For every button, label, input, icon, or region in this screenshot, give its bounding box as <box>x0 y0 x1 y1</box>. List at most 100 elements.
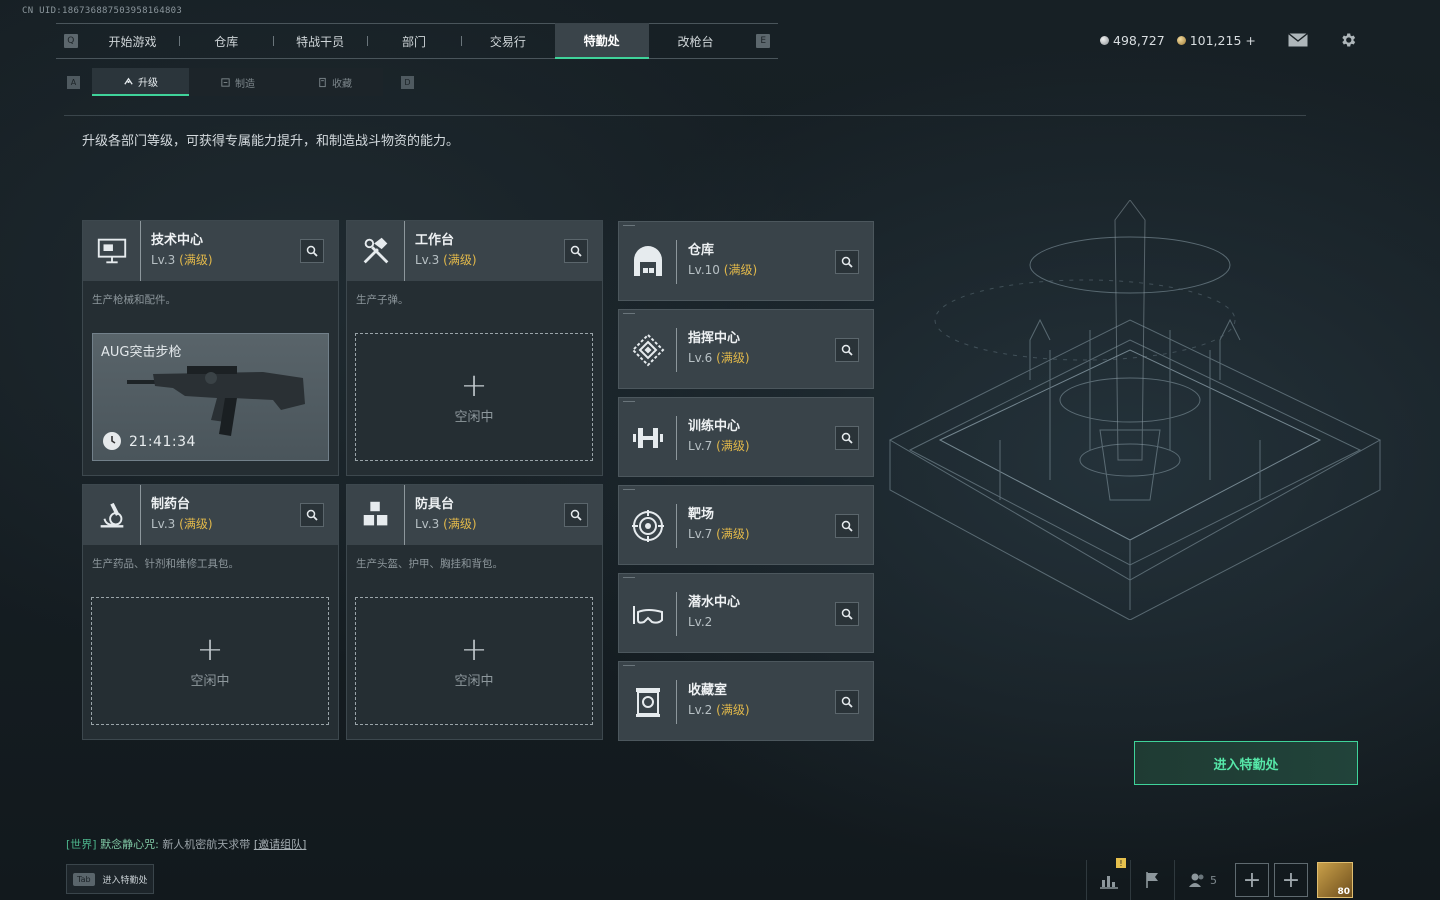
facility-name: 潜水中心 <box>688 595 741 610</box>
chat-sender[interactable]: 默念静心咒: <box>100 838 159 851</box>
level-value: Lv.6 <box>688 351 713 365</box>
idle-slot[interactable]: + 空闲中 <box>355 333 593 461</box>
tab-hint-label: 进入特勤处 <box>102 875 148 886</box>
facility-name: 靶场 <box>688 507 715 522</box>
search-icon[interactable] <box>835 514 859 538</box>
max-level-tag: (满级) <box>723 263 758 277</box>
facility-card-diving[interactable]: 潜水中心 Lv.2 <box>618 573 874 653</box>
workshop-level: Lv.3 (满级) <box>151 250 213 270</box>
search-icon[interactable] <box>835 250 859 274</box>
facility-card-command[interactable]: 指挥中心 Lv.6 (满级) <box>618 309 874 389</box>
tab-enter-hint[interactable]: Tab 进入特勤处 <box>66 864 154 894</box>
player-avatar[interactable]: 80 <box>1317 862 1353 898</box>
enter-special-ops-button[interactable]: 进入特勤处 <box>1134 741 1358 785</box>
workshop-name: 工作台 <box>415 233 455 248</box>
computer-icon <box>83 221 141 281</box>
subtab-collection[interactable]: 收藏 <box>286 68 383 96</box>
tab-department[interactable]: 部门 <box>367 23 461 59</box>
level-value: Lv.3 <box>415 517 440 531</box>
facility-card-warehouse[interactable]: 仓库 Lv.10 (满级) <box>618 221 874 301</box>
tab-trading[interactable]: 交易行 <box>460 23 555 59</box>
mail-icon[interactable] <box>1286 30 1310 50</box>
facility-level: Lv.6 (满级) <box>688 348 750 368</box>
silver-currency: 498,727 <box>1100 33 1165 48</box>
workshop-card-pharmacy[interactable]: 制药台 Lv.3 (满级) 生产药品、针剂和维修工具包。 + 空闲中 <box>82 484 339 740</box>
command-icon <box>619 310 677 390</box>
tab-operators[interactable]: 特战干员 <box>273 23 367 59</box>
search-icon[interactable] <box>564 239 588 263</box>
workshop-card-armor[interactable]: 防具台 Lv.3 (满级) 生产头盔、护甲、胸挂和背包。 + 空闲中 <box>346 484 603 740</box>
silver-amount: 498,727 <box>1113 32 1165 48</box>
search-icon[interactable] <box>300 503 324 527</box>
search-icon[interactable] <box>835 690 859 714</box>
facility-card-training[interactable]: 训练中心 Lv.7 (满级) <box>618 397 874 477</box>
search-icon[interactable] <box>835 338 859 362</box>
sub-nav: A 升级 制造 收藏 D <box>64 68 426 96</box>
level-value: Lv.3 <box>415 253 440 267</box>
rifle-image <box>127 366 305 436</box>
add-currency-button[interactable]: + <box>1245 33 1255 48</box>
idle-slot[interactable]: + 空闲中 <box>91 597 329 725</box>
diving-mask-icon <box>619 574 677 654</box>
add-party-slot-button[interactable]: + <box>1274 863 1308 897</box>
crafting-item-name: AUG突击步枪 <box>101 345 182 360</box>
idle-slot[interactable]: + 空闲中 <box>355 597 593 725</box>
tab-start-game[interactable]: 开始游戏 <box>86 23 180 59</box>
subtab-upgrade[interactable]: 升级 <box>92 68 189 96</box>
add-party-slot-button[interactable]: + <box>1235 863 1269 897</box>
friends-count: 5 <box>1210 873 1217 887</box>
workshop-level: Lv.3 (满级) <box>415 514 477 534</box>
microscope-icon <box>83 485 141 545</box>
facility-card-collection[interactable]: 收藏室 Lv.2 (满级) <box>618 661 874 741</box>
invite-team-link[interactable]: [邀请组队] <box>254 838 307 851</box>
warehouse-icon <box>619 222 677 302</box>
friends-button[interactable]: 5 <box>1174 860 1230 900</box>
bottom-bar: 5 + + 80 <box>1086 860 1353 900</box>
silver-coin-icon <box>1100 35 1109 45</box>
flag-icon[interactable] <box>1130 860 1174 900</box>
plus-icon: + <box>460 365 488 404</box>
tab-label: 开始游戏 <box>108 34 157 49</box>
uid-label: CN UID:18673688750395816480З <box>22 6 183 16</box>
level-value: Lv.2 <box>688 615 713 629</box>
search-icon[interactable] <box>564 503 588 527</box>
base-wireframe-illustration <box>888 200 1382 620</box>
crafting-slot[interactable]: AUG突击步枪 21:41:34 <box>92 333 329 461</box>
facility-card-range[interactable]: 靶场 Lv.7 (满级) <box>618 485 874 565</box>
idle-label: 空闲中 <box>454 409 494 425</box>
workshop-card-tech-center[interactable]: 技术中心 Lv.3 (满级) 生产枪械和配件。 AUG突击步枪 21:41:34 <box>82 220 339 476</box>
tab-label: 交易行 <box>489 34 526 49</box>
tab-key: Tab <box>73 872 95 886</box>
facility-level: Lv.7 (满级) <box>688 524 750 544</box>
gold-currency[interactable]: 101,215 + <box>1176 33 1256 48</box>
level-value: Lv.10 <box>688 263 720 277</box>
tab-gunsmith[interactable]: 改枪台 <box>649 23 743 59</box>
level-value: Lv.7 <box>688 527 713 541</box>
idle-label: 空闲中 <box>454 673 494 689</box>
max-level-tag: (满级) <box>716 351 750 365</box>
nav-key-q: Q <box>64 34 78 48</box>
workshop-card-workbench[interactable]: 工作台 Lv.3 (满级) 生产子弹。 + 空闲中 <box>346 220 603 476</box>
workshop-description: 生产药品、针剂和维修工具包。 <box>92 558 239 570</box>
idle-label: 空闲中 <box>190 673 230 689</box>
tab-special-ops[interactable]: 特勤处 <box>554 23 649 59</box>
subnav-key-d: D <box>401 75 414 89</box>
workshop-name: 技术中心 <box>151 233 204 248</box>
max-level-tag: (满级) <box>716 439 750 453</box>
subtab-label: 收藏 <box>332 78 352 90</box>
settings-gear-icon[interactable] <box>1336 30 1360 50</box>
facility-name: 训练中心 <box>688 419 741 434</box>
dumbbell-icon <box>619 398 677 478</box>
facility-name: 仓库 <box>688 243 715 258</box>
gold-coin-icon <box>1176 35 1186 45</box>
currency-bar: 498,727 101,215 + <box>1100 30 1360 50</box>
chat-channel[interactable]: [世界] <box>66 838 97 851</box>
tab-label: 特勤处 <box>583 33 620 48</box>
tab-label: 改枪台 <box>677 34 714 49</box>
tab-warehouse[interactable]: 仓库 <box>179 23 273 59</box>
search-icon[interactable] <box>835 602 859 626</box>
search-icon[interactable] <box>835 426 859 450</box>
search-icon[interactable] <box>300 239 324 263</box>
subtab-manufacture[interactable]: 制造 <box>189 68 286 96</box>
workshop-description: 生产子弹。 <box>356 294 409 306</box>
